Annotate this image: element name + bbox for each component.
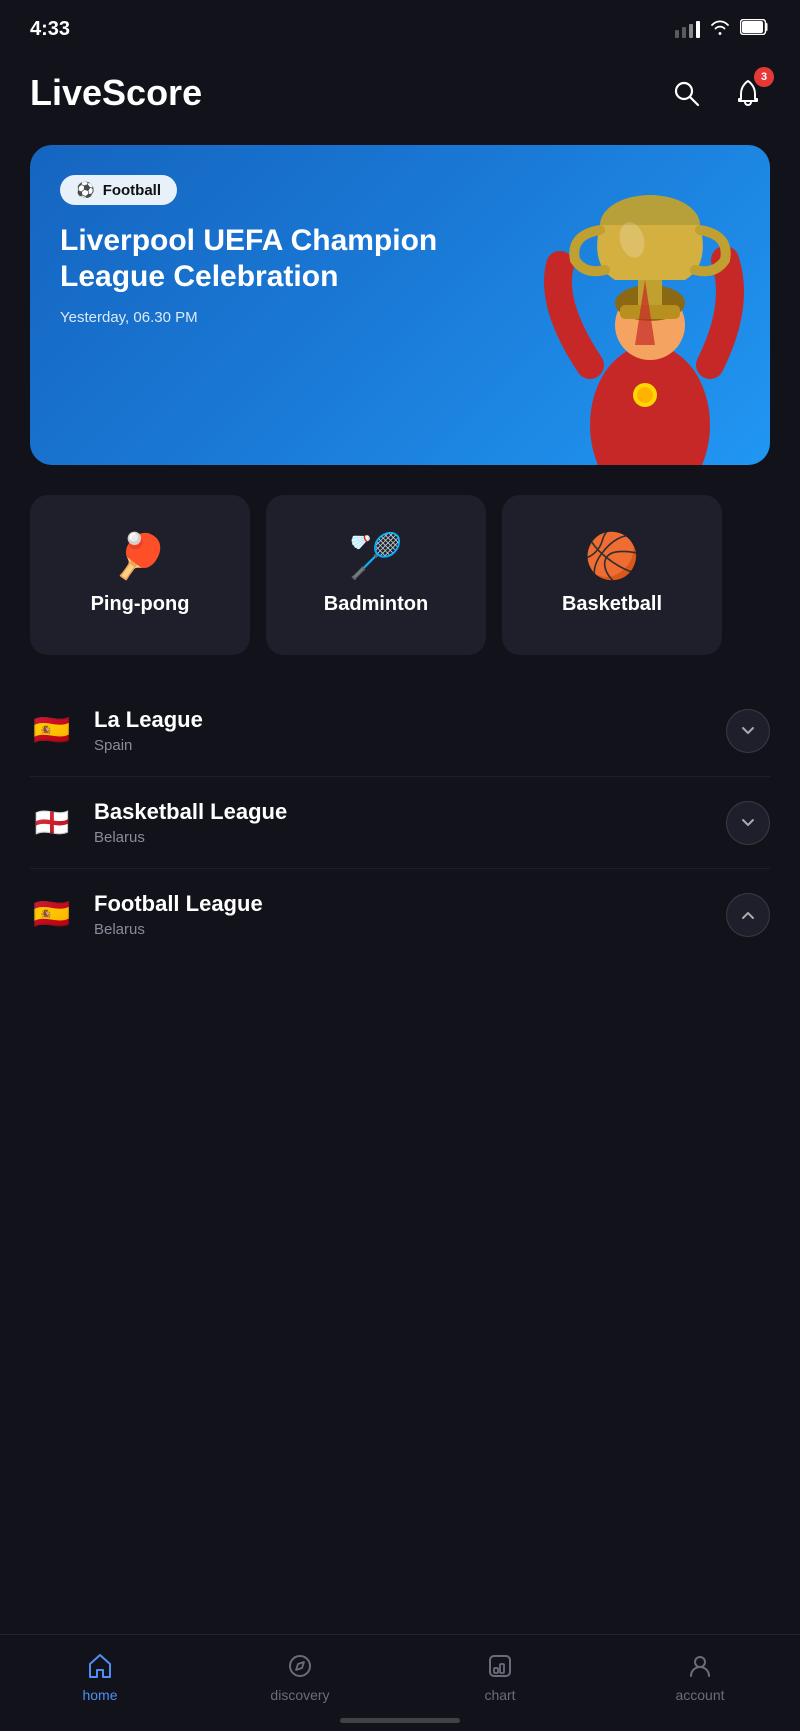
chart-icon xyxy=(485,1651,515,1681)
football-league-country: Belarus xyxy=(94,921,726,938)
chart-label: chart xyxy=(484,1687,515,1703)
la-league-country: Spain xyxy=(94,737,726,754)
sport-card-badminton[interactable]: 🏸 Badminton xyxy=(266,495,486,655)
hero-illustration xyxy=(470,145,770,465)
ping-pong-emoji: 🏓 xyxy=(113,535,168,579)
basketball-league-info: Basketball League Belarus xyxy=(94,799,726,846)
basketball-label: Basketball xyxy=(562,593,662,616)
badminton-emoji: 🏸 xyxy=(349,535,404,579)
hero-tag-text: Football xyxy=(103,182,161,199)
sport-card-ping-pong[interactable]: 🏓 Ping-pong xyxy=(30,495,250,655)
sport-card-basketball[interactable]: 🏀 Basketball xyxy=(502,495,722,655)
hero-banner[interactable]: ⚽ Football Liverpool UEFA Champion Leagu… xyxy=(30,145,770,465)
hero-tag-emoji: ⚽ xyxy=(76,181,95,199)
league-list: 🇪🇸 La League Spain 🏴󠁧󠁢󠁥󠁮󠁧󠁿 Basketball Le… xyxy=(0,655,800,960)
notification-badge: 3 xyxy=(754,67,774,87)
compass-icon xyxy=(285,1651,315,1681)
basketball-league-country: Belarus xyxy=(94,829,726,846)
la-league-info: La League Spain xyxy=(94,707,726,754)
app-header: LiveScore 3 xyxy=(0,51,800,135)
person-icon xyxy=(685,1651,715,1681)
league-item-football-league[interactable]: 🇪🇸 Football League Belarus xyxy=(30,869,770,960)
app-title: LiveScore xyxy=(30,72,202,114)
football-league-collapse-button[interactable] xyxy=(726,893,770,937)
basketball-league-flag: 🏴󠁧󠁢󠁥󠁮󠁧󠁿 xyxy=(30,806,74,839)
football-league-info: Football League Belarus xyxy=(94,891,726,938)
basketball-emoji: 🏀 xyxy=(585,535,640,579)
nav-item-discovery[interactable]: discovery xyxy=(250,1651,350,1703)
status-time: 4:33 xyxy=(30,18,70,41)
search-button[interactable] xyxy=(664,71,708,115)
wifi-icon xyxy=(708,18,732,41)
hero-tag: ⚽ Football xyxy=(60,175,177,205)
home-icon xyxy=(85,1651,115,1681)
home-indicator xyxy=(340,1718,460,1723)
league-item-basketball-league[interactable]: 🏴󠁧󠁢󠁥󠁮󠁧󠁿 Basketball League Belarus xyxy=(30,777,770,869)
nav-item-home[interactable]: home xyxy=(50,1651,150,1703)
hero-content: ⚽ Football Liverpool UEFA Champion Leagu… xyxy=(60,175,468,326)
ping-pong-label: Ping-pong xyxy=(91,593,190,616)
hero-time: Yesterday, 06.30 PM xyxy=(60,309,468,326)
badminton-label: Badminton xyxy=(324,593,428,616)
header-actions: 3 xyxy=(664,71,770,115)
sports-categories: 🏓 Ping-pong 🏸 Badminton 🏀 Basketball xyxy=(0,465,800,655)
account-label: account xyxy=(675,1687,724,1703)
discovery-label: discovery xyxy=(270,1687,329,1703)
la-league-name: La League xyxy=(94,707,726,733)
la-league-expand-button[interactable] xyxy=(726,709,770,753)
battery-icon xyxy=(740,19,770,40)
football-league-flag: 🇪🇸 xyxy=(30,897,74,932)
home-label: home xyxy=(82,1687,117,1703)
status-icons xyxy=(675,18,770,41)
notification-button[interactable]: 3 xyxy=(726,71,770,115)
basketball-league-name: Basketball League xyxy=(94,799,726,825)
league-item-la-league[interactable]: 🇪🇸 La League Spain xyxy=(30,685,770,777)
la-league-flag: 🇪🇸 xyxy=(30,713,74,748)
signal-icon xyxy=(675,21,700,38)
basketball-league-expand-button[interactable] xyxy=(726,801,770,845)
hero-title: Liverpool UEFA Champion League Celebrati… xyxy=(60,223,468,295)
nav-item-chart[interactable]: chart xyxy=(450,1651,550,1703)
bottom-nav: home discovery chart xyxy=(0,1634,800,1731)
status-bar: 4:33 xyxy=(0,0,800,51)
nav-item-account[interactable]: account xyxy=(650,1651,750,1703)
football-league-name: Football League xyxy=(94,891,726,917)
